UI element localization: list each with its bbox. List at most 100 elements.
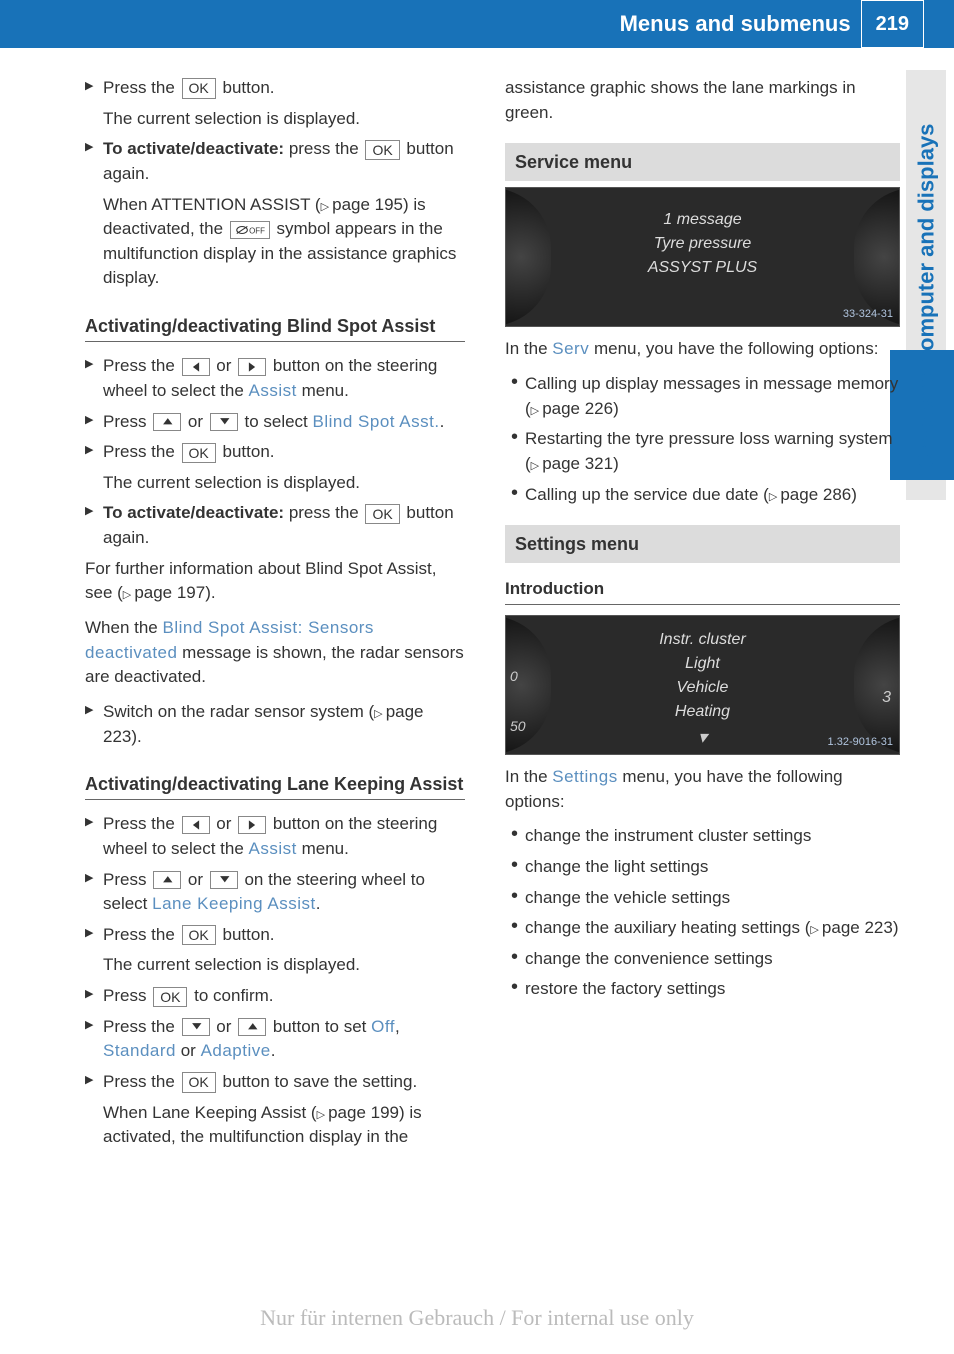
gauge-tick: 0 <box>510 666 526 686</box>
step-item: Press or to select Blind Spot Asst.. <box>85 410 465 435</box>
blind-spot-heading: Activating/deactivating Blind Spot Assis… <box>85 313 465 342</box>
step-description: The current selection is displayed. <box>85 471 465 496</box>
service-intro-text: In the Serv menu, you have the following… <box>505 337 900 362</box>
service-menu-heading: Service menu <box>505 143 900 181</box>
settings-intro-text: In the Settings menu, you have the follo… <box>505 765 900 814</box>
menu-text: Lane Keeping Assist <box>152 894 316 913</box>
blind-spot-paragraph-1: For further information about Blind Spot… <box>85 557 465 606</box>
page-reference: page 223 <box>810 918 892 937</box>
display-line: Heating <box>659 700 746 724</box>
page-header: Menus and submenus 219 <box>0 0 954 48</box>
step-item: Press the OK button. <box>85 76 465 101</box>
step-description: When ATTENTION ASSIST (page 195) is deac… <box>85 193 465 292</box>
step-item: To activate/deactivate: press the OK but… <box>85 501 465 550</box>
step-item: To activate/deactivate: press the OK but… <box>85 137 465 186</box>
left-arrow-key <box>182 358 210 376</box>
service-menu-display-image: 1 message Tyre pressure ASSYST PLUS 33-3… <box>505 187 900 327</box>
header-title: Menus and submenus <box>620 8 861 40</box>
settings-menu-display-image: 0 50 3 Instr. cluster Light Vehicle Heat… <box>505 615 900 755</box>
side-tab-label: On-board computer and displays <box>911 124 943 469</box>
lane-keeping-heading: Activating/deactivating Lane Keeping Ass… <box>85 771 465 800</box>
up-arrow-key <box>238 1018 266 1036</box>
menu-text: Standard <box>103 1041 176 1060</box>
menu-text: Off <box>371 1017 395 1036</box>
ok-button-key: OK <box>365 140 399 160</box>
page-reference: page 223 <box>103 702 424 746</box>
left-column: Press the OK button. The current selectio… <box>85 76 465 1156</box>
left-arrow-key <box>182 816 210 834</box>
display-line: Instr. cluster <box>659 628 746 652</box>
page-reference: page 226 <box>531 399 613 418</box>
blind-spot-steps: Press the or button on the steering whee… <box>85 354 465 550</box>
list-item: change the auxiliary heating settings (p… <box>511 916 900 941</box>
step-item: Press the or button on the steering whee… <box>85 812 465 861</box>
lane-keeping-steps: Press the or button on the steering whee… <box>85 812 465 1150</box>
display-line: Vehicle <box>659 676 746 700</box>
ok-button-key: OK <box>153 987 187 1007</box>
image-code: 1.32-9016-31 <box>828 735 893 751</box>
step-description: The current selection is displayed. <box>85 953 465 978</box>
svg-text:OFF: OFF <box>249 226 265 235</box>
settings-subheading: Introduction <box>505 577 900 605</box>
lane-continuation: assistance graphic shows the lane markin… <box>505 76 900 125</box>
list-item: change the convenience settings <box>511 947 900 972</box>
list-item: Calling up the service due date (page 28… <box>511 483 900 508</box>
step-item: Press the or button to set Off, Standard… <box>85 1015 465 1064</box>
right-column: assistance graphic shows the lane markin… <box>505 76 900 1156</box>
step-item: Press OK to confirm. <box>85 984 465 1009</box>
settings-menu-heading: Settings menu <box>505 525 900 563</box>
watermark-text: Nur für internen Gebrauch / For internal… <box>0 1302 954 1334</box>
blind-spot-step-radar: Switch on the radar sensor system (page … <box>85 700 465 749</box>
page-reference: page 197 <box>123 583 205 602</box>
list-item: change the vehicle settings <box>511 886 900 911</box>
step-item: Switch on the radar sensor system (page … <box>85 700 465 749</box>
ok-button-key: OK <box>182 925 216 945</box>
step-item: Press or on the steering wheel to select… <box>85 868 465 917</box>
page-number: 219 <box>861 0 924 48</box>
page-reference: page 199 <box>317 1103 399 1122</box>
step-item: Press the or button on the steering whee… <box>85 354 465 403</box>
list-item: Calling up display messages in message m… <box>511 372 900 421</box>
menu-text: Assist <box>249 839 297 858</box>
up-arrow-key <box>153 413 181 431</box>
step-description: The current selection is displayed. <box>85 107 465 132</box>
gauge-tick: 50 <box>510 716 526 736</box>
step-item: Press the OK button. <box>85 440 465 465</box>
menu-text: Blind Spot Asst. <box>313 412 440 431</box>
display-line: ASSYST PLUS <box>648 256 757 280</box>
attention-assist-steps: Press the OK button. The current selectio… <box>85 76 465 291</box>
menu-text: Assist <box>249 381 297 400</box>
display-line: 1 message <box>648 208 757 232</box>
content-area: Press the OK button. The current selectio… <box>0 76 954 1156</box>
list-item: Restarting the tyre pressure loss warnin… <box>511 427 900 476</box>
blind-spot-paragraph-2: When the Blind Spot Assist: Sensors deac… <box>85 616 465 690</box>
step-item: Press the OK button. <box>85 923 465 948</box>
step-item: Press the OK button to save the setting. <box>85 1070 465 1095</box>
service-bullet-list: Calling up display messages in message m… <box>505 372 900 507</box>
menu-text: Blind Spot Assist: Sensors deactivated <box>85 618 374 662</box>
down-arrow-icon: ▾ <box>659 724 746 751</box>
page-reference: page 195 <box>321 195 403 214</box>
settings-bullet-list: change the instrument cluster settings ch… <box>505 824 900 1002</box>
menu-text: Serv <box>552 339 589 358</box>
display-line: Tyre pressure <box>648 232 757 256</box>
right-arrow-key <box>238 816 266 834</box>
image-code: 33-324-31 <box>843 307 893 323</box>
down-arrow-key <box>182 1018 210 1036</box>
page-reference: page 286 <box>769 485 851 504</box>
down-arrow-key <box>210 413 238 431</box>
menu-text: Adaptive <box>201 1041 271 1060</box>
step-description: When Lane Keeping Assist (page 199) is a… <box>85 1101 465 1150</box>
display-line: Light <box>659 652 746 676</box>
ok-button-key: OK <box>365 504 399 524</box>
page-reference: page 321 <box>531 454 613 473</box>
gauge-tick: 3 <box>882 686 891 709</box>
right-arrow-key <box>238 358 266 376</box>
list-item: change the light settings <box>511 855 900 880</box>
down-arrow-key <box>210 871 238 889</box>
ok-button-key: OK <box>182 1072 216 1092</box>
up-arrow-key <box>153 871 181 889</box>
menu-text: Settings <box>552 767 617 786</box>
ok-button-key: OK <box>182 78 216 98</box>
list-item: change the instrument cluster settings <box>511 824 900 849</box>
